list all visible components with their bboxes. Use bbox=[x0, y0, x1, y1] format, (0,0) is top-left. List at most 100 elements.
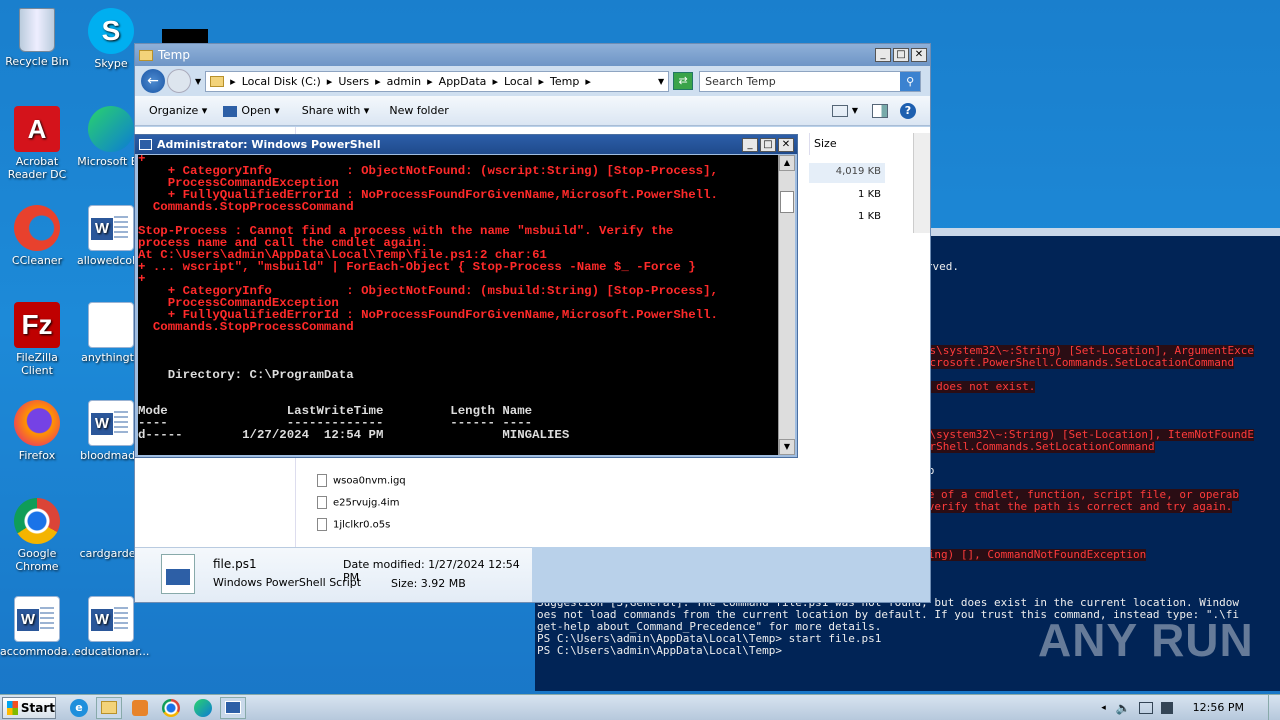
console-line: + ... wscript", "msbuild" | ForEach-Obje… bbox=[138, 260, 696, 274]
breadcrumb-sep: ▸ bbox=[326, 74, 333, 88]
size-label: Size: bbox=[391, 577, 418, 590]
preview-pane-icon[interactable] bbox=[872, 103, 888, 118]
search-placeholder: Search Temp bbox=[705, 74, 776, 88]
close-button[interactable]: ✕ bbox=[911, 48, 927, 62]
new-folder-button[interactable]: New folder bbox=[389, 104, 448, 117]
explorer-taskbar-icon[interactable] bbox=[96, 696, 122, 719]
column-header-size[interactable]: Size bbox=[809, 133, 909, 155]
tray-expand-icon[interactable]: ◂ bbox=[1101, 703, 1106, 713]
console-output: + + CategoryInfo : ObjectNotFound: (wscr… bbox=[138, 155, 778, 455]
start-button[interactable]: Start bbox=[2, 696, 56, 719]
view-dropdown-icon[interactable]: ▼ bbox=[852, 106, 858, 115]
details-pane: file.ps1 Windows PowerShell Script Date … bbox=[135, 547, 532, 602]
scroll-up-button[interactable]: ▲ bbox=[779, 155, 795, 171]
size-value: 3.92 MB bbox=[420, 577, 466, 590]
breadcrumb-item[interactable]: Local Disk (C:) bbox=[242, 75, 321, 88]
network-icon[interactable] bbox=[1138, 701, 1153, 714]
file-icon bbox=[317, 518, 327, 531]
educationar-file[interactable]: educationar... bbox=[74, 596, 149, 658]
file-list-item[interactable]: e25rvujg.4im bbox=[317, 496, 399, 509]
powershell-titlebar[interactable]: Administrator: Windows PowerShell _ □ ✕ bbox=[135, 135, 797, 154]
address-row: ← ▼ ▸ Local Disk (C:) ▸ Users ▸ admin ▸ App… bbox=[135, 66, 930, 96]
maximize-button[interactable]: □ bbox=[893, 48, 909, 62]
folder-icon bbox=[210, 75, 225, 87]
edge-taskbar-icon[interactable] bbox=[194, 698, 212, 717]
black-artifact bbox=[162, 29, 208, 43]
details-file-type: Windows PowerShell Script bbox=[213, 576, 362, 589]
ie-icon[interactable]: e bbox=[70, 698, 88, 717]
explorer-titlebar[interactable]: Temp _ □ ✕ bbox=[135, 44, 930, 66]
filezilla-shortcut[interactable]: Fz FileZilla Client bbox=[0, 302, 74, 377]
size-cell: 4,019 KB bbox=[809, 163, 885, 183]
size-cell: 1 KB bbox=[858, 189, 881, 200]
share-with-button[interactable]: Share with ▾ bbox=[302, 104, 370, 117]
breadcrumb-sep: ▸ bbox=[230, 74, 236, 88]
chrome-shortcut[interactable]: Google Chrome bbox=[0, 498, 74, 573]
share-label: Share with bbox=[301, 104, 361, 117]
recent-pages-button[interactable]: ▼ bbox=[195, 77, 201, 86]
word-doc-icon bbox=[88, 400, 134, 446]
address-bar[interactable]: ▸ Local Disk (C:) ▸ Users ▸ admin ▸ AppData… bbox=[205, 70, 670, 92]
minimize-button[interactable]: _ bbox=[742, 137, 758, 152]
blank-file-icon bbox=[88, 302, 134, 348]
recycle-bin[interactable]: Recycle Bin bbox=[0, 8, 74, 68]
desktop-icon-label: Firefox bbox=[18, 449, 56, 462]
volume-icon[interactable]: 🔈 bbox=[1116, 701, 1131, 715]
view-options-icon[interactable] bbox=[831, 104, 848, 117]
details-file-name: file.ps1 bbox=[213, 557, 257, 571]
file-name: e25rvujg.4im bbox=[333, 497, 400, 509]
close-button[interactable]: ✕ bbox=[778, 137, 794, 152]
powershell-window[interactable]: Administrator: Windows PowerShell _ □ ✕ … bbox=[134, 134, 798, 458]
chrome-icon bbox=[14, 498, 60, 544]
open-button[interactable]: Open ▾ bbox=[223, 104, 280, 117]
breadcrumb-item[interactable]: Local bbox=[504, 75, 533, 88]
media-player-icon[interactable] bbox=[132, 699, 148, 716]
command-bar: Organize ▾ Open ▾ Share with ▾ New folde… bbox=[135, 96, 930, 126]
breadcrumb-item[interactable]: Users bbox=[338, 75, 369, 88]
details-size: Size: 3.92 MB bbox=[391, 577, 466, 590]
file-icon bbox=[317, 496, 327, 509]
powershell-taskbar-icon[interactable] bbox=[220, 696, 246, 719]
file-list-item[interactable]: 1jlclkr0.o5s bbox=[317, 518, 390, 531]
minimize-button[interactable]: _ bbox=[875, 48, 891, 62]
clock[interactable]: 12:56 PM bbox=[1193, 701, 1244, 714]
breadcrumb-item[interactable]: Temp bbox=[550, 75, 579, 88]
action-center-icon[interactable] bbox=[1160, 701, 1173, 714]
start-label: Start bbox=[20, 700, 55, 715]
organize-button[interactable]: Organize ▾ bbox=[149, 104, 207, 117]
chrome-taskbar-icon[interactable] bbox=[162, 698, 180, 717]
size-cell: 1 KB bbox=[858, 211, 881, 222]
vertical-scrollbar[interactable] bbox=[913, 133, 930, 233]
desktop-icon-label: CCleaner bbox=[11, 254, 63, 267]
address-dropdown-icon[interactable]: ▼ bbox=[658, 77, 664, 86]
back-button[interactable]: ← bbox=[141, 69, 165, 93]
recycle-bin-icon bbox=[19, 8, 55, 52]
forward-button[interactable] bbox=[167, 69, 191, 93]
help-icon[interactable]: ? bbox=[900, 102, 916, 119]
skype-icon: S bbox=[88, 8, 134, 54]
ccleaner-shortcut[interactable]: CCleaner bbox=[0, 205, 74, 267]
vertical-scrollbar[interactable]: ▲ ▼ bbox=[778, 155, 795, 455]
scroll-thumb[interactable] bbox=[780, 191, 794, 213]
scroll-down-button[interactable]: ▼ bbox=[779, 439, 795, 455]
breadcrumb-item[interactable]: AppData bbox=[439, 75, 487, 88]
console-line: Commands.StopProcessCommand bbox=[138, 200, 354, 214]
acrobat-shortcut[interactable]: A Acrobat Reader DC bbox=[0, 106, 74, 181]
refresh-button[interactable]: ⇄ bbox=[673, 72, 694, 90]
firefox-shortcut[interactable]: Firefox bbox=[0, 400, 74, 462]
search-input[interactable]: Search Temp ⚲ bbox=[699, 70, 922, 92]
modified-label: Date modified: bbox=[343, 558, 425, 571]
accommoda-file[interactable]: accommoda... bbox=[0, 596, 78, 658]
maximize-button[interactable]: □ bbox=[760, 137, 776, 152]
breadcrumb-item[interactable]: admin bbox=[387, 75, 421, 88]
ccleaner-icon bbox=[14, 205, 60, 251]
search-icon[interactable]: ⚲ bbox=[900, 71, 921, 91]
blank-file-icon bbox=[88, 498, 134, 544]
word-doc-icon bbox=[88, 205, 134, 251]
file-list-item[interactable]: wsoa0nvm.igq bbox=[317, 474, 406, 487]
show-desktop-button[interactable] bbox=[1268, 694, 1280, 720]
desktop-icon-label: FileZilla Client bbox=[16, 351, 58, 377]
console-line: Commands.StopProcessCommand bbox=[138, 320, 354, 334]
